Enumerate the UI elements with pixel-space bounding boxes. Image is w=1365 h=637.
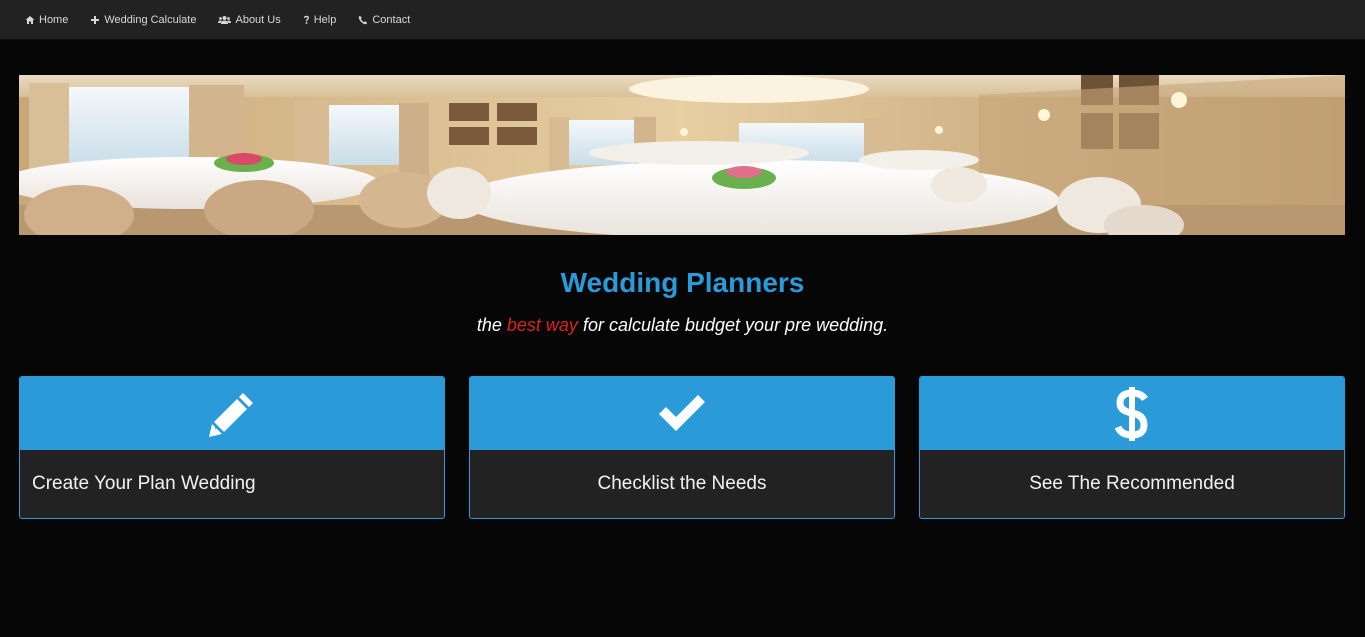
nav-about-us-label: About Us	[235, 13, 281, 26]
question-icon	[303, 15, 310, 25]
card-label: Checklist the Needs	[597, 473, 767, 494]
nav-wedding-calculate-label: Wedding Calculate	[104, 13, 197, 26]
card-header	[20, 377, 444, 450]
card-label: See The Recommended	[1029, 473, 1235, 494]
home-icon	[25, 15, 35, 25]
tagline: the best way for calculate budget your p…	[0, 314, 1365, 336]
hero-section: Wedding Planners the best way for calcul…	[0, 265, 1365, 336]
nav-about-us[interactable]: About Us	[215, 0, 283, 40]
pencil-icon	[209, 392, 253, 437]
nav-home-label: Home	[39, 13, 69, 26]
nav-home[interactable]: Home	[22, 0, 71, 40]
feature-cards: Create Your Plan Wedding Checklist the N…	[19, 376, 1345, 520]
card-checklist[interactable]: Checklist the Needs	[469, 376, 895, 519]
nav-contact-label: Contact	[372, 13, 411, 26]
page-title: Wedding Planners	[560, 267, 805, 298]
banner-image	[19, 75, 1345, 235]
dollar-icon	[1115, 386, 1148, 441]
card-recommended[interactable]: See The Recommended	[919, 376, 1345, 519]
phone-icon	[358, 15, 368, 25]
check-icon	[659, 394, 705, 431]
tagline-end: for calculate budget your pre wedding.	[577, 315, 889, 335]
users-icon	[218, 15, 232, 25]
nav-wedding-calculate[interactable]: Wedding Calculate	[87, 0, 199, 40]
tagline-start: the	[476, 315, 507, 335]
nav-help-label: Help	[313, 13, 337, 26]
nav-help[interactable]: Help	[300, 0, 340, 40]
card-header	[920, 377, 1344, 450]
nav-contact[interactable]: Contact	[355, 0, 413, 40]
card-label: Create Your Plan Wedding	[32, 473, 256, 494]
card-header	[470, 377, 894, 450]
card-create-plan[interactable]: Create Your Plan Wedding	[19, 376, 445, 519]
top-navbar: Home Wedding Calculate About Us Help Con…	[0, 0, 1365, 40]
tagline-highlight: best way	[506, 315, 578, 335]
plus-icon	[90, 15, 100, 25]
